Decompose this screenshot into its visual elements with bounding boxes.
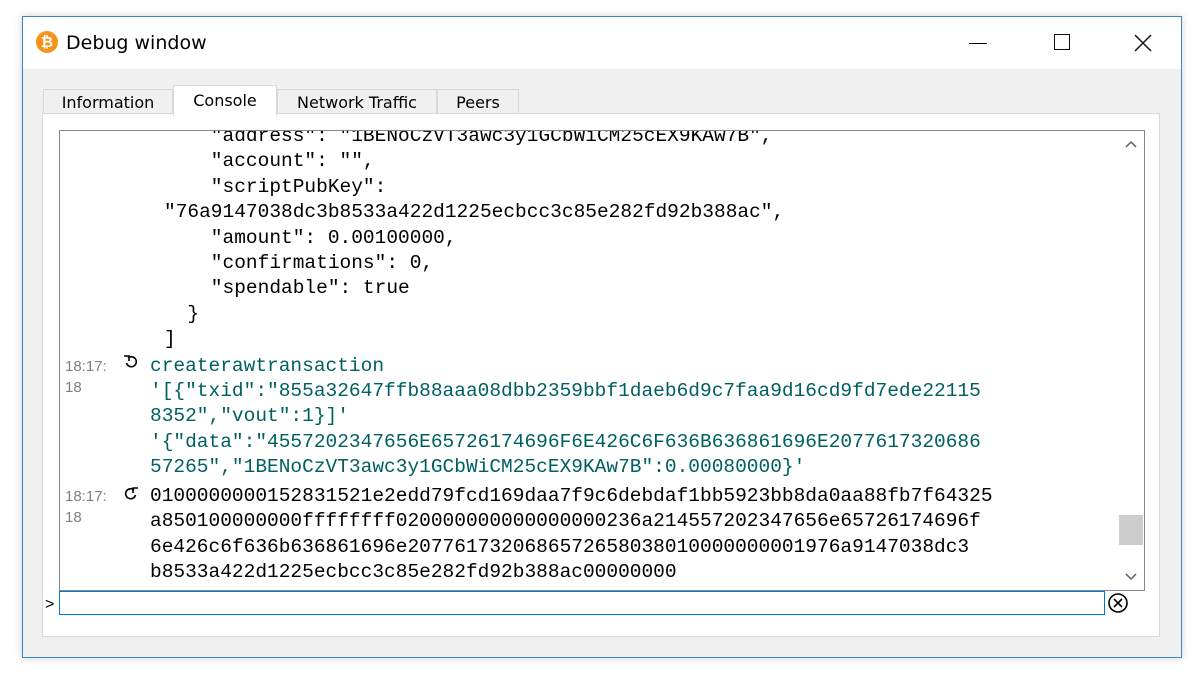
output-line: "spendable": true bbox=[164, 277, 410, 300]
chevron-up-icon bbox=[1125, 140, 1137, 148]
console-prompt: > bbox=[45, 596, 55, 613]
console-command-input[interactable] bbox=[59, 591, 1105, 615]
output-line: "76a9147038dc3b8533a422d1225ecbcc3c85e28… bbox=[164, 201, 785, 224]
reply-line: 0100000000152831521e2edd79fcd169daa7f9c6… bbox=[150, 484, 993, 507]
scroll-down-button[interactable] bbox=[1118, 564, 1144, 590]
bitcoin-icon: ₿ bbox=[36, 31, 58, 53]
scroll-track[interactable] bbox=[1118, 157, 1144, 564]
output-line: } bbox=[164, 302, 200, 325]
tab-console[interactable]: Console bbox=[173, 85, 277, 116]
reply-line: b8533a422d1225ecbcc3c85e282fd92b388ac000… bbox=[150, 560, 677, 583]
command-line: createrawtransaction bbox=[150, 354, 385, 377]
close-button[interactable] bbox=[1117, 17, 1169, 69]
entry-body: 0100000000152831521e2edd79fcd169daa7f9c6… bbox=[150, 484, 1114, 586]
window-client-area: Information Console Network Traffic Peer… bbox=[23, 69, 1181, 657]
command-line: '{"data":"4557202347656E65726174696F6E42… bbox=[150, 430, 981, 453]
entry-timestamp: 18:17: 18 bbox=[65, 357, 107, 396]
tab-network-traffic[interactable]: Network Traffic bbox=[277, 89, 437, 115]
output-line: "address": "1BENoCzVT3awc3y1GCbWiCM25cEX… bbox=[164, 130, 773, 147]
console-entry-request: 18:17: 18 createrawtransaction '[{"txid":… bbox=[60, 354, 1114, 481]
console-entry-reply: 18:17: 18 0100000000152831521e2edd79fcd16… bbox=[60, 484, 1114, 586]
command-line: 8352","vout":1}]' bbox=[150, 405, 349, 428]
reply-line: 6e426c6f636b636861696e207761732068657265… bbox=[150, 535, 970, 558]
chevron-down-icon bbox=[1125, 573, 1137, 581]
output-line: "account": "", bbox=[164, 150, 375, 173]
scroll-thumb[interactable] bbox=[1119, 515, 1143, 545]
scroll-up-button[interactable] bbox=[1118, 131, 1144, 157]
minimize-icon bbox=[969, 43, 987, 44]
entry-timestamp: 18:17: 18 bbox=[65, 487, 107, 526]
minimize-button[interactable] bbox=[953, 17, 1005, 69]
close-icon bbox=[1134, 34, 1152, 52]
console-output[interactable]: "address": "1BENoCzVT3awc3y1GCbWiCM25cEX… bbox=[59, 130, 1145, 591]
reply-arrow-icon bbox=[124, 486, 138, 500]
console-content: "address": "1BENoCzVT3awc3y1GCbWiCM25cEX… bbox=[60, 130, 1114, 586]
request-arrow-icon bbox=[124, 354, 138, 368]
vertical-scrollbar[interactable] bbox=[1118, 131, 1144, 590]
debug-window: ₿ Debug window Information Console Netwo… bbox=[22, 16, 1182, 658]
clear-icon bbox=[1108, 593, 1128, 613]
tab-information[interactable]: Information bbox=[43, 89, 173, 115]
title-bar[interactable]: ₿ Debug window bbox=[23, 17, 1181, 69]
output-line: "confirmations": 0, bbox=[164, 252, 434, 275]
previous-output: "address": "1BENoCzVT3awc3y1GCbWiCM25cEX… bbox=[164, 130, 1114, 353]
output-line: "amount": 0.00100000, bbox=[164, 226, 457, 249]
command-line: '[{"txid":"855a32647ffb88aaa08dbb2359bbf… bbox=[150, 380, 981, 403]
output-line: ] bbox=[164, 328, 176, 351]
reply-line: a850100000000ffffffff0200000000000000002… bbox=[150, 510, 981, 533]
console-panel: "address": "1BENoCzVT3awc3y1GCbWiCM25cEX… bbox=[42, 113, 1160, 637]
clear-console-button[interactable] bbox=[1107, 592, 1129, 614]
maximize-icon bbox=[1054, 34, 1070, 50]
maximize-button[interactable] bbox=[1037, 17, 1089, 69]
window-title: Debug window bbox=[66, 32, 207, 54]
entry-body: createrawtransaction '[{"txid":"855a3264… bbox=[150, 354, 1114, 481]
output-line: "scriptPubKey": bbox=[164, 175, 387, 198]
tab-peers[interactable]: Peers bbox=[437, 89, 519, 115]
command-line: 57265","1BENoCzVT3awc3y1GCbWiCM25cEX9KAw… bbox=[150, 456, 806, 479]
